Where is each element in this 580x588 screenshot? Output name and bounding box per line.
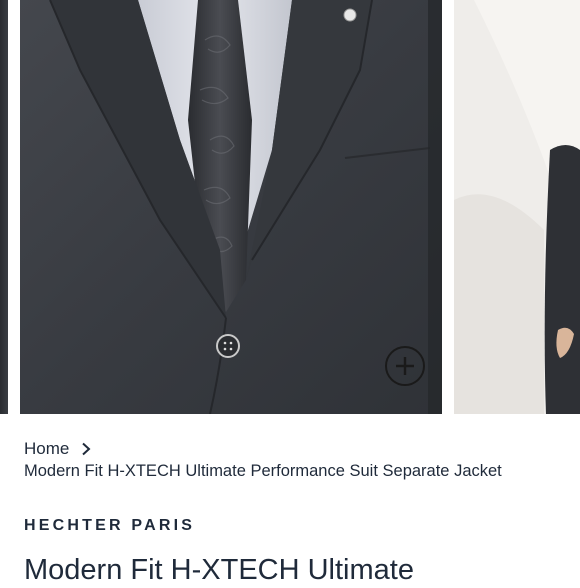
- breadcrumb-home-link[interactable]: Home: [24, 439, 69, 459]
- breadcrumb: Home Modern Fit H-XTECH Ultimate Perform…: [24, 438, 564, 481]
- breadcrumb-current-page: Modern Fit H-XTECH Ultimate Performance …: [24, 462, 502, 480]
- product-title: Modern Fit H-XTECH Ultimate: [24, 554, 414, 586]
- plus-circle-icon: [396, 357, 414, 375]
- product-brand[interactable]: HECHTER PARIS: [24, 517, 195, 535]
- chevron-right-icon: [81, 442, 91, 456]
- zoom-button[interactable]: [385, 346, 425, 386]
- product-image-gallery[interactable]: [0, 0, 580, 414]
- previous-product-image[interactable]: [0, 0, 8, 414]
- next-product-image[interactable]: [454, 0, 580, 414]
- main-product-image[interactable]: [20, 0, 442, 414]
